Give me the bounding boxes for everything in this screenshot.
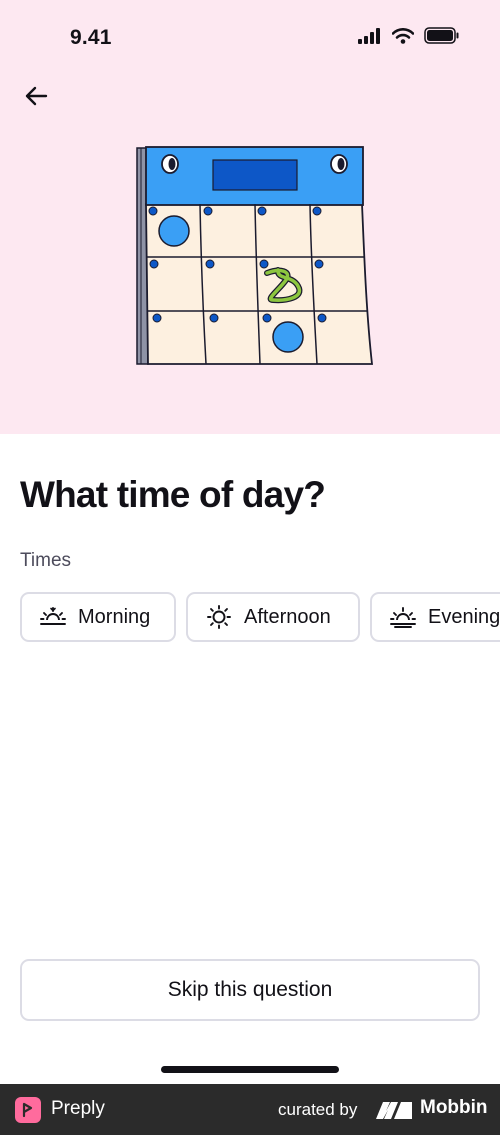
preply-logo-icon	[15, 1097, 41, 1123]
preply-brand: Preply	[51, 1098, 105, 1119]
sunrise-icon	[40, 606, 66, 628]
sun-icon	[206, 605, 232, 629]
chip-morning[interactable]: Morning	[20, 592, 176, 642]
signal-icon	[358, 27, 382, 49]
mobbin-brand: Mobbin	[420, 1097, 488, 1118]
chip-evening-label: Evening	[428, 605, 500, 628]
sunset-icon	[390, 606, 416, 628]
question-title: What time of day?	[20, 474, 326, 515]
footer-bar: Preply curated by Mobbin	[0, 1084, 500, 1135]
time-chips: Morning Afternoon Evening	[20, 592, 500, 644]
status-bar: 9.41	[0, 0, 500, 75]
chip-afternoon[interactable]: Afternoon	[186, 592, 360, 642]
chip-evening[interactable]: Evening	[370, 592, 500, 642]
back-button[interactable]	[18, 80, 54, 116]
mobbin-logo-icon	[375, 1100, 413, 1120]
arrow-left-icon	[24, 86, 48, 111]
home-indicator	[161, 1066, 339, 1073]
wifi-icon	[391, 27, 415, 49]
status-time: 9.41	[70, 26, 112, 49]
times-label: Times	[20, 550, 72, 571]
battery-icon	[424, 27, 460, 49]
status-icons	[358, 27, 460, 49]
chip-morning-label: Morning	[78, 605, 151, 628]
calendar-illustration	[130, 140, 380, 372]
curated-by-label: curated by	[278, 1100, 358, 1119]
skip-question-button[interactable]: Skip this question	[20, 959, 480, 1021]
chip-afternoon-label: Afternoon	[244, 605, 331, 628]
